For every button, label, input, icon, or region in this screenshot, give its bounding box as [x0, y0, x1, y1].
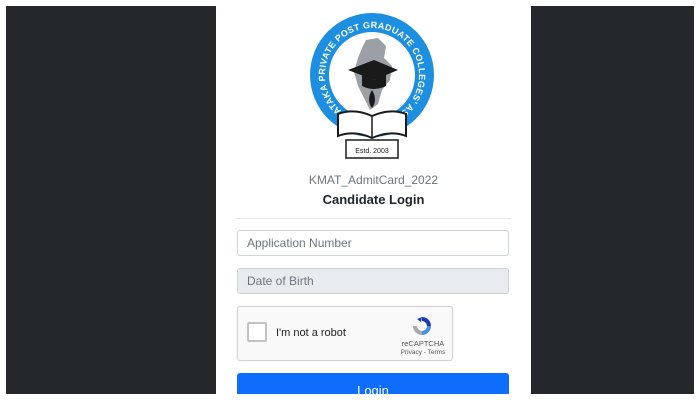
login-card: KARNATAKA PRIVATE POST GRADUATE COLLEGES…: [216, 6, 531, 394]
recaptcha-label: I'm not a robot: [276, 327, 346, 339]
logo-established-text: Estd. 2003: [355, 148, 389, 155]
document-name: KMAT_AdmitCard_2022: [308, 173, 439, 187]
application-number-input[interactable]: [237, 230, 509, 256]
recaptcha-privacy-terms[interactable]: Privacy - Terms: [388, 349, 458, 356]
association-seal-icon: KARNATAKA PRIVATE POST GRADUATE COLLEGES…: [308, 10, 434, 159]
date-of-birth-input[interactable]: [237, 268, 509, 294]
page-background: KARNATAKA PRIVATE POST GRADUATE COLLEGES…: [6, 6, 694, 394]
association-logo: KARNATAKA PRIVATE POST GRADUATE COLLEGES…: [308, 10, 436, 170]
login-button[interactable]: Login: [237, 373, 509, 394]
divider: [236, 218, 511, 219]
page-title: Candidate Login: [322, 192, 425, 207]
recaptcha-checkbox[interactable]: [247, 322, 267, 342]
recaptcha-icon: [413, 317, 431, 335]
recaptcha-brand: reCAPTCHA: [401, 339, 445, 348]
recaptcha-widget: I'm not a robot reCAPTCHA Privacy - Term…: [237, 306, 453, 361]
